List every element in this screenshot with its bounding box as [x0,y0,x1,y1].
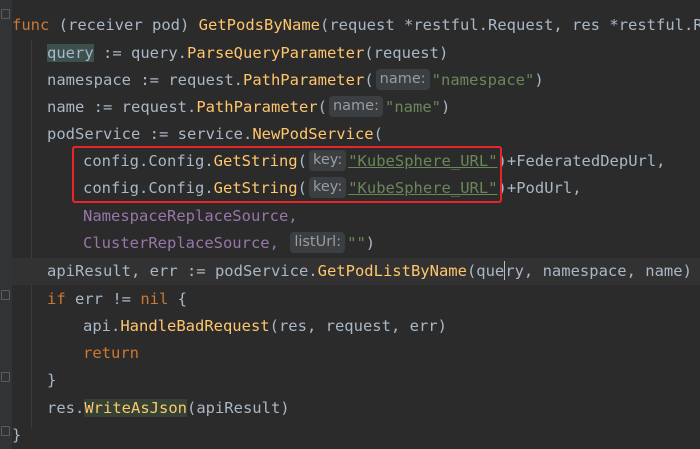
token: request. [121,98,197,116]
token: +FederatedDepUrl, [506,152,666,170]
keyword-if: if [47,290,66,308]
code-line: namespace := request.PathParameter(name:… [47,69,544,90]
code-line: api.HandleBadRequest(res, request, err) [83,313,700,340]
token: receiver [68,16,143,34]
code-line: } [12,422,700,449]
function-name: PathParameter [242,71,365,89]
token: } [47,371,57,389]
token: query [47,44,94,62]
code-line-current: apiResult, err := podService.GetPodListB… [12,258,700,285]
token: *restful.Resp [609,16,700,34]
token: NamespaceReplaceSource, [83,207,298,225]
token: ry, namespace, name) [505,262,692,280]
code-line: ClusterReplaceSource, listUrl: "") [83,232,376,253]
token: query. [131,44,187,62]
parameter-hint: name: [328,96,383,117]
token: { [168,290,187,308]
function-name: HandleBadRequest [120,317,270,335]
parameter-hint: listUrl: [290,232,346,253]
code-line: if err != nil { [47,286,700,313]
fold-marker-icon[interactable] [1,372,10,382]
token: request. [168,71,243,89]
token: service. [177,125,253,143]
token: res [572,16,600,34]
keyword-return: return [83,344,139,362]
token: := [131,71,169,89]
code-line: name := request.PathParameter(name: "name… [47,96,451,117]
keyword-func: func [12,16,50,34]
function-name: NewPodService [252,125,374,143]
token: (res, request, err) [269,317,447,335]
token: ClusterReplaceSource, [83,234,279,252]
code-line: query := query.ParseQueryParameter(reque… [47,40,700,67]
keyword-nil: nil [140,290,169,308]
code-line: podService := service.NewPodService( [47,125,383,143]
token: := [84,98,122,116]
editor-gutter [0,0,12,449]
token: := [93,44,131,62]
token: res. [47,399,85,417]
parameter-hint: name: [375,69,430,90]
token: } [12,426,22,444]
function-name: GetPodListByName [317,262,467,280]
fold-marker-icon[interactable] [1,290,10,300]
function-name: GetPodsByName [198,16,320,34]
token: name [47,98,85,116]
token: api. [83,317,121,335]
string-literal: "name" [385,98,441,116]
token: namespace [47,71,131,89]
token: +PodUrl, [506,179,582,197]
string-literal: "" [347,234,366,252]
fold-marker-icon[interactable] [1,9,10,19]
token: podService [47,125,141,143]
annotation-highlight-box [72,146,502,203]
token: := [140,125,178,143]
code-line: return [83,340,700,367]
token: (apiResult) [186,399,290,417]
code-line: NamespaceReplaceSource, [83,203,700,230]
token: err != [65,290,141,308]
function-name: WriteAsJson [84,399,187,417]
code-line: func (receiver pod) GetPodsByName(reques… [12,12,700,39]
function-name: ParseQueryParameter [187,44,365,62]
token: pod [152,16,180,34]
indent-guide [31,40,32,428]
token: request [329,16,395,34]
token: (request) [364,44,449,62]
fold-marker-icon[interactable] [1,426,10,436]
token: apiResult, err := podService. [47,262,318,280]
token: *restful.Request, [404,16,563,34]
token: (que [466,262,505,280]
code-line: res.WriteAsJson(apiResult) [47,395,700,422]
string-literal: "namespace" [431,71,535,89]
function-name: PathParameter [196,98,318,116]
code-line: } [47,367,700,394]
